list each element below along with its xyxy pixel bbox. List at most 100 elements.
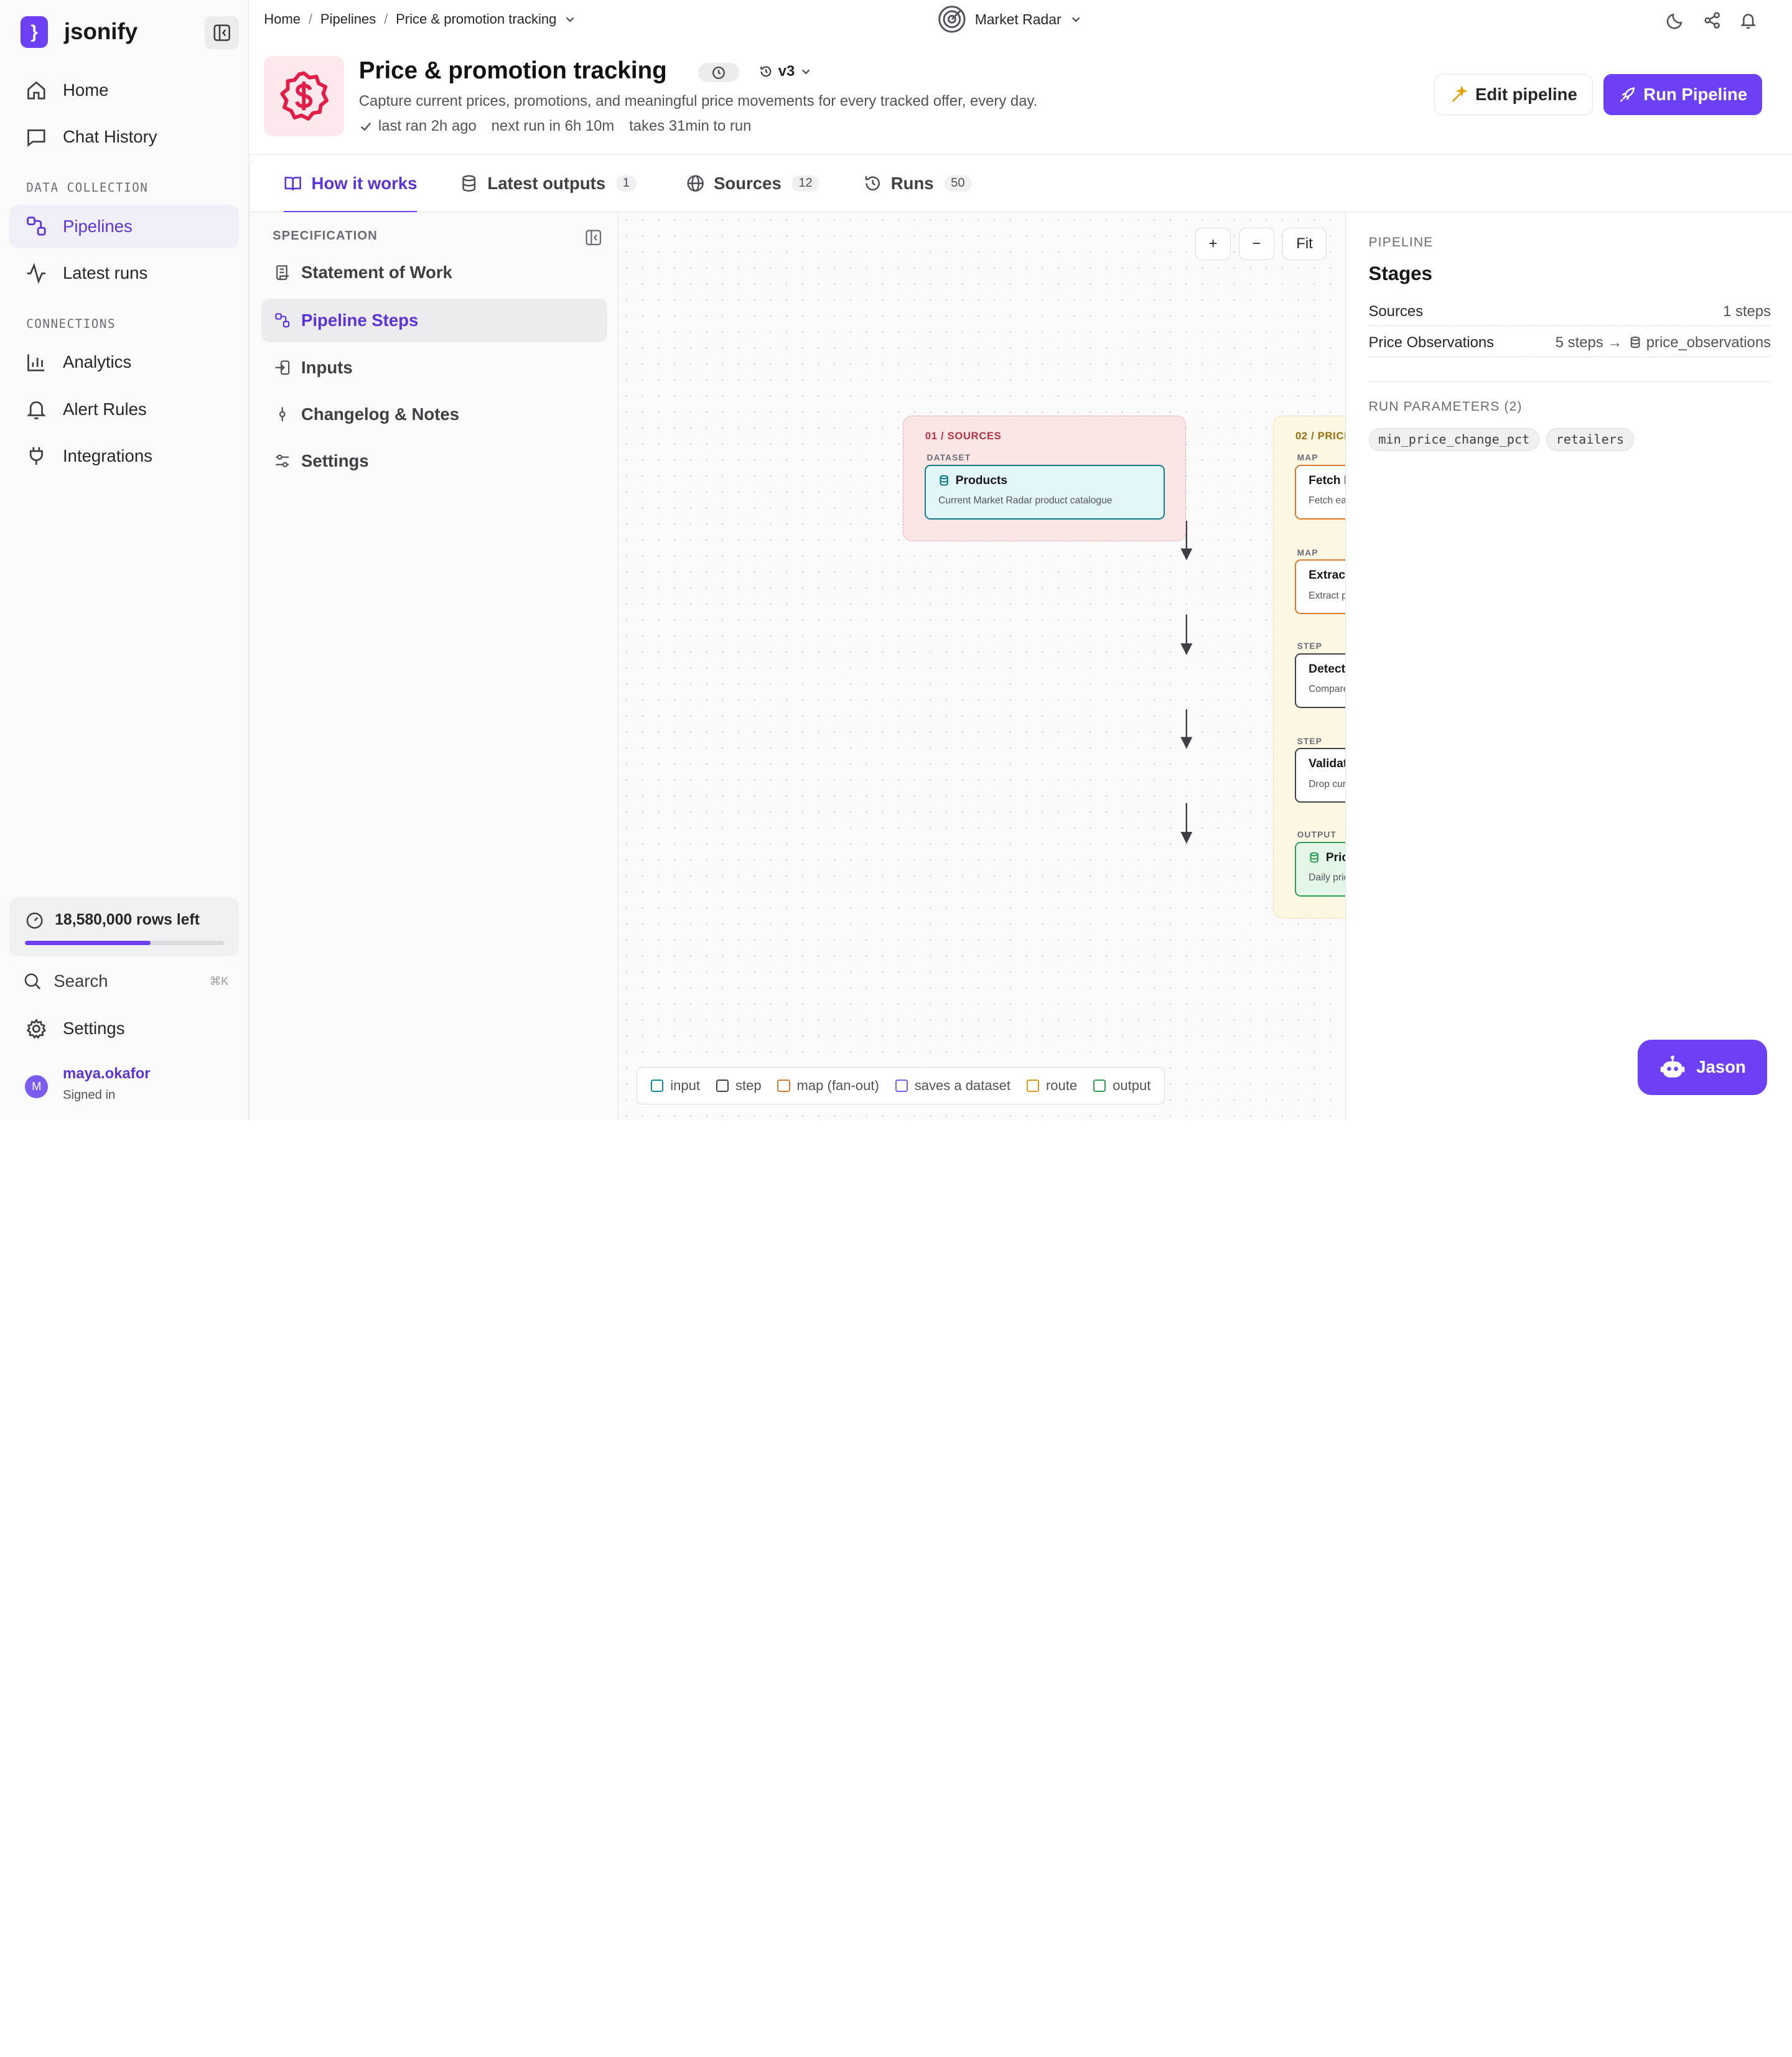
sidebar-collapse-button[interactable] [204, 16, 239, 49]
run-pipeline-label: Run Pipeline [1643, 85, 1748, 105]
share-button[interactable] [1701, 11, 1724, 31]
notifications-button[interactable] [1737, 11, 1760, 31]
workspace-switcher[interactable]: Market Radar [937, 4, 1082, 34]
node-products[interactable]: Products Current Market Radar product ca… [924, 464, 1165, 520]
sidebar-item-label: Analytics [62, 352, 132, 372]
rows-left-text: 18,580,000 rows left [55, 912, 200, 929]
theme-toggle-button[interactable] [1664, 11, 1687, 31]
spec-item-settings[interactable]: Settings [261, 439, 608, 483]
database-icon [940, 475, 949, 487]
spec-item-statement-of-work[interactable]: Statement of Work [261, 251, 608, 294]
rocket-icon [1620, 86, 1635, 102]
breadcrumb-pipelines[interactable]: Pipelines [320, 11, 376, 27]
sidebar-item-latest-runs[interactable]: Latest runs [9, 251, 239, 295]
stage-row-sources[interactable]: Sources 1 steps [1368, 298, 1771, 327]
stage-name: Sources [1368, 302, 1424, 320]
sidebar-item-integrations[interactable]: Integrations [9, 434, 239, 478]
spec-item-changelog[interactable]: Changelog & Notes [261, 393, 608, 436]
sidebar-item-chat-history[interactable]: Chat History [9, 116, 239, 159]
search-icon [24, 973, 40, 989]
assistant-label: Jason [1696, 1057, 1746, 1077]
version-selector[interactable]: v3 [759, 63, 812, 80]
pipeline-edges [917, 486, 1193, 844]
sidebar-item-label: Home [62, 80, 109, 100]
assistant-button[interactable]: Jason [1637, 1040, 1767, 1095]
breadcrumb-home[interactable]: Home [264, 11, 301, 27]
run-parameters-label: RUN PARAMETERS (2) [1368, 399, 1523, 414]
legend-item-route: route [1026, 1078, 1077, 1094]
run-parameters-list: min_price_change_pct retailers [1368, 427, 1634, 451]
fit-view-button[interactable]: Fit [1282, 228, 1327, 260]
zoom-in-button[interactable]: + [1195, 228, 1231, 260]
pipeline-icon [275, 313, 290, 328]
sidebar-item-alert-rules[interactable]: Alert Rules [9, 388, 239, 431]
legend-label: input [670, 1077, 701, 1093]
scroll-icon [276, 265, 289, 281]
rows-usage-progress [25, 940, 224, 945]
pipeline-description: Capture current prices, promotions, and … [358, 92, 1038, 110]
legend-swatch [1026, 1079, 1039, 1093]
node-tag: DATASET [926, 453, 971, 463]
user-profile[interactable]: M maya.okafor Signed in [25, 1065, 151, 1103]
run-parameter-chip[interactable]: min_price_change_pct [1368, 427, 1539, 451]
chevron-down-icon[interactable] [564, 14, 576, 25]
home-icon [27, 81, 45, 100]
rows-usage-progress-fill [25, 940, 151, 945]
breadcrumb-separator: / [308, 11, 313, 27]
tab-label: Runs [890, 173, 934, 193]
sparkle-wand-icon [1452, 86, 1468, 102]
moon-icon [1666, 14, 1682, 29]
stages-panel: PIPELINE Stages Sources 1 steps Price Ob… [1345, 212, 1792, 1120]
breadcrumb-current[interactable]: Price & promotion tracking [396, 11, 556, 27]
sidebar-item-pipelines[interactable]: Pipelines [9, 204, 239, 248]
spec-item-inputs[interactable]: Inputs [261, 346, 608, 389]
sidebar-item-settings[interactable]: Settings [9, 1007, 239, 1050]
stage-row-price-observations[interactable]: Price Observations 5 steps → price_obser… [1368, 329, 1771, 358]
avatar: M [25, 1075, 49, 1099]
last-ran-text: last ran 2h ago [378, 118, 477, 135]
brand-logo-icon: } [21, 16, 49, 49]
zoom-out-button[interactable]: − [1238, 228, 1274, 260]
rows-usage-card[interactable]: 18,580,000 rows left [9, 897, 239, 957]
radar-icon [938, 6, 966, 33]
tab-sources[interactable]: Sources 12 [686, 155, 819, 212]
sidebar-item-home[interactable]: Home [9, 68, 239, 112]
legend-label: step [735, 1077, 762, 1093]
tab-runs[interactable]: Runs 50 [864, 155, 972, 212]
legend-swatch [1093, 1079, 1106, 1093]
legend-item-step: step [716, 1078, 762, 1094]
schedule-button[interactable] [698, 63, 740, 83]
stage-step-count: 5 steps → [1555, 334, 1623, 351]
run-pipeline-button[interactable]: Run Pipeline [1603, 74, 1763, 116]
database-icon [1310, 852, 1319, 864]
specification-panel: SPECIFICATION Statement of Work Pipeline… [249, 212, 618, 1120]
duration-text: takes 31min to run [629, 118, 752, 135]
sidebar-item-label: Integrations [62, 445, 152, 465]
run-parameter-chip[interactable]: retailers [1546, 427, 1634, 451]
search-button[interactable]: Search ⌘K [23, 971, 228, 991]
node-tag: STEP [1297, 736, 1322, 746]
sidebar-item-analytics[interactable]: Analytics [9, 340, 239, 384]
tab-label: Latest outputs [487, 173, 606, 193]
globe-icon [687, 175, 704, 192]
node-description: Current Market Radar product catalogue [938, 495, 1113, 506]
book-open-icon [284, 177, 302, 191]
node-title: Products [955, 473, 1008, 487]
history-icon [865, 176, 880, 191]
spec-collapse-button[interactable] [585, 229, 602, 251]
tab-latest-outputs[interactable]: Latest outputs 1 [460, 155, 637, 212]
specification-heading: SPECIFICATION [273, 229, 378, 243]
section-label-connections: CONNECTIONS [26, 316, 116, 331]
spec-item-pipeline-steps[interactable]: Pipeline Steps [261, 299, 608, 343]
sidebar-item-label: Settings [62, 1019, 125, 1038]
edit-pipeline-button[interactable]: Edit pipeline [1434, 74, 1594, 116]
sliders-icon [276, 454, 289, 468]
edit-pipeline-label: Edit pipeline [1475, 85, 1577, 105]
activity-icon [27, 262, 46, 284]
search-label: Search [54, 971, 108, 991]
tab-how-it-works[interactable]: How it works [284, 155, 418, 213]
pipeline-canvas[interactable]: + − Fit 01 / SOURCES DATASET Products Cu… [618, 212, 1557, 1120]
brand[interactable]: } jsonify [21, 16, 138, 49]
clock-icon [712, 66, 726, 79]
node-tag: MAP [1297, 548, 1318, 557]
